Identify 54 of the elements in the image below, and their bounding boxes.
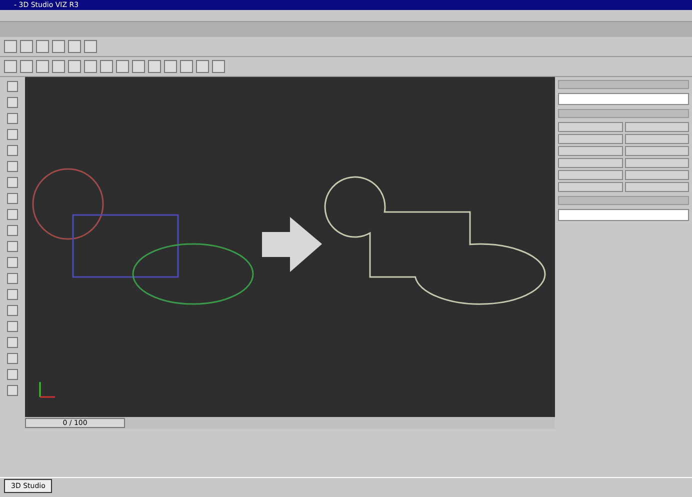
panel-button[interactable]	[558, 158, 622, 168]
toolbar-icon[interactable]	[164, 60, 177, 73]
panel-button[interactable]	[558, 134, 622, 144]
panel-button[interactable]	[624, 122, 689, 132]
viewport[interactable]	[25, 77, 555, 417]
panel-button[interactable]	[558, 122, 622, 132]
toolbar-icon[interactable]	[68, 60, 81, 73]
tool-icon[interactable]	[7, 177, 18, 188]
tool-icon[interactable]	[7, 129, 18, 140]
tool-icon[interactable]	[7, 209, 18, 220]
tool-icon[interactable]	[7, 305, 18, 316]
toolbar-icon[interactable]	[148, 60, 161, 73]
toolbar-icon[interactable]	[68, 40, 81, 53]
toolbar-icon[interactable]	[196, 60, 209, 73]
toolbar-icon[interactable]	[36, 40, 49, 53]
tool-icon[interactable]	[7, 337, 18, 348]
tool-icon[interactable]	[7, 161, 18, 172]
toolbar-icon[interactable]	[4, 40, 17, 53]
toolbar-icon[interactable]	[52, 60, 65, 73]
tool-icon[interactable]	[7, 321, 18, 332]
panel-button[interactable]	[558, 146, 622, 156]
tool-icon[interactable]	[7, 273, 18, 284]
toolbar-icon[interactable]	[4, 60, 17, 73]
toolbar-icon[interactable]	[52, 40, 65, 53]
axis-icon	[39, 382, 55, 398]
panel-button[interactable]	[558, 182, 622, 192]
tool-icon[interactable]	[7, 81, 18, 92]
panel-button[interactable]	[624, 182, 689, 192]
toolbar-icon[interactable]	[84, 40, 97, 53]
toolbar-icon[interactable]	[84, 60, 97, 73]
tool-icon[interactable]	[7, 193, 18, 204]
tool-icon[interactable]	[7, 353, 18, 364]
toolbar-icon[interactable]	[132, 60, 145, 73]
tool-icon[interactable]	[7, 369, 18, 380]
tool-icon[interactable]	[7, 97, 18, 108]
toolbar-icon[interactable]	[20, 40, 33, 53]
panel-button[interactable]	[624, 134, 689, 144]
tool-icon[interactable]	[7, 241, 18, 252]
tool-icon[interactable]	[7, 385, 18, 396]
tool-icon[interactable]	[7, 289, 18, 300]
tool-icon[interactable]	[7, 113, 18, 124]
panel-button[interactable]	[624, 158, 689, 168]
tool-icon[interactable]	[7, 257, 18, 268]
toolbar-icon[interactable]	[180, 60, 193, 73]
panel-button[interactable]	[624, 146, 689, 156]
panel-button[interactable]	[624, 170, 689, 180]
toolbar-icon[interactable]	[36, 60, 49, 73]
tool-icon[interactable]	[7, 145, 18, 156]
toolbar-icon[interactable]	[100, 60, 113, 73]
toolbar-icon[interactable]	[212, 60, 225, 73]
toolbar-icon[interactable]	[20, 60, 33, 73]
panel-button[interactable]	[558, 170, 622, 180]
toolbar-icon[interactable]	[116, 60, 129, 73]
tool-icon[interactable]	[7, 225, 18, 236]
